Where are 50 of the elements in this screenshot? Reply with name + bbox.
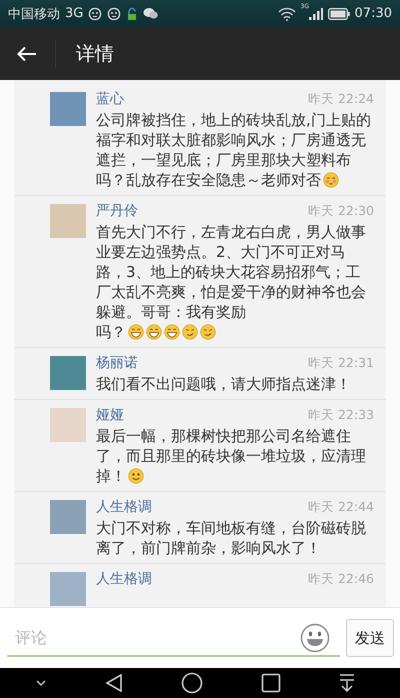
comment-text: 我们看不出问题哦，请大师指点迷津！ bbox=[96, 375, 351, 393]
chevron-down-icon[interactable] bbox=[35, 679, 47, 687]
comment-text: 公司牌被挡住，地上的砖块乱放,门上贴的福字和对联太脏都影响风水；厂房通透无遮拦，一望见底；厂房里那块大塑料布 bbox=[96, 111, 371, 169]
comment-text: 吗？ bbox=[96, 323, 126, 341]
commenter-name[interactable]: 蓝心 bbox=[96, 90, 124, 108]
comment-time: 昨天 22:33 bbox=[308, 407, 374, 424]
back-triangle-icon[interactable] bbox=[105, 673, 123, 693]
emoji-face-icon bbox=[128, 324, 144, 340]
avatar-photo-placeholder bbox=[50, 500, 86, 534]
chat-bubbles-icon bbox=[143, 7, 158, 20]
lock-icon bbox=[126, 6, 138, 20]
emoji-face-icon bbox=[164, 324, 180, 340]
signal-icon bbox=[308, 8, 323, 20]
comment-text: 掉！ bbox=[96, 467, 126, 485]
page-title: 详情 bbox=[76, 42, 114, 66]
wifi-icon bbox=[278, 6, 296, 20]
home-circle-icon[interactable] bbox=[181, 672, 203, 694]
comment-text: 吗？乱放存在安全隐患～老师对否 bbox=[96, 171, 321, 189]
emoji-face-icon bbox=[146, 324, 162, 340]
commenter-name[interactable]: 严丹伶 bbox=[96, 202, 138, 220]
avatar-photo-placeholder bbox=[50, 204, 86, 238]
comment-time: 昨天 22:44 bbox=[308, 499, 374, 516]
emoji-face-icon bbox=[182, 324, 198, 340]
avatar-photo-placeholder bbox=[50, 408, 86, 442]
comment-text: 首先大门不行，左青龙右白虎，男人做事业要左边强势点。2、大门不可正对马路，3、地上的砖块大花容易招邪气；工厂太乱不亮爽，怕是爱干净的财神爷也会躲避。哥哥：我有奖励 bbox=[96, 223, 366, 321]
back-arrow-icon[interactable] bbox=[17, 46, 37, 62]
clock-time: 07:30 bbox=[354, 6, 392, 21]
send-button[interactable]: 发送 bbox=[346, 619, 394, 657]
commenter-name[interactable]: 杨丽诺 bbox=[96, 354, 138, 372]
pull-down-icon[interactable] bbox=[339, 673, 355, 693]
battery-icon bbox=[328, 8, 350, 20]
avatar-photo-placeholder bbox=[50, 572, 86, 606]
square-icon[interactable] bbox=[261, 673, 281, 693]
comment-text: 最后一幅，那棵树快把那公司名给遮住了，而且那里的砖块像一堆垃圾，应清理 bbox=[96, 427, 366, 465]
commenter-name[interactable]: 人生格调 bbox=[96, 570, 152, 588]
comment-time: 昨天 22:46 bbox=[308, 571, 374, 588]
comment-text: 大门不对称，车间地板有缝，台阶磁砖脱离了，前门牌前杂，影响风水了！ bbox=[96, 519, 366, 557]
comment-time: 昨天 22:31 bbox=[308, 355, 374, 372]
carrier-name: 中国移动 bbox=[8, 6, 60, 22]
comment-time: 昨天 22:24 bbox=[308, 91, 374, 108]
commenter-name[interactable]: 人生格调 bbox=[96, 498, 152, 516]
avatar-photo-placeholder bbox=[50, 356, 86, 390]
emoji-face-icon bbox=[128, 468, 144, 484]
smiley-icon[interactable] bbox=[300, 623, 330, 653]
network-type: 3G bbox=[65, 6, 84, 21]
emoji-face-icon bbox=[323, 172, 339, 188]
avatar-photo-placeholder bbox=[50, 92, 86, 126]
commenter-name[interactable]: 娅娅 bbox=[96, 406, 124, 424]
emoji-face-icon bbox=[200, 324, 216, 340]
comment-time: 昨天 22:30 bbox=[308, 203, 374, 220]
